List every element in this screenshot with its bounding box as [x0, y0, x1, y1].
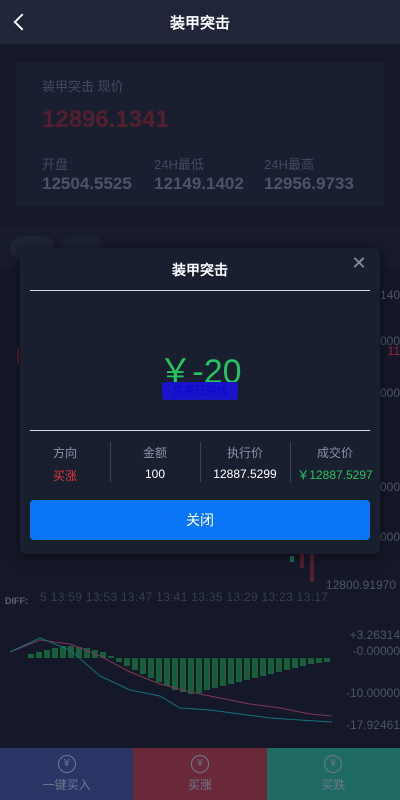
amount-header: 金额 — [142, 446, 167, 460]
status-badge: 交易已完成 — [162, 382, 238, 400]
amount-column: 金额 100 — [110, 438, 200, 498]
buy-up-label: 买涨 — [187, 778, 212, 792]
yen-icon: ¥ — [190, 755, 209, 773]
one-click-buy-label: 一键买入 — [42, 778, 91, 792]
exec-price-value: 12887.5299 — [213, 467, 277, 481]
deal-price-header: 成交价 — [316, 446, 353, 460]
yen-icon: ¥ — [324, 755, 343, 773]
exec-price-header: 执行价 — [226, 446, 263, 460]
yen-icon: ¥ — [57, 755, 76, 773]
direction-value: 买涨 — [52, 469, 77, 483]
back-arrow-icon[interactable] — [6, 8, 34, 36]
exec-price-column: 执行价 12887.5299 — [200, 438, 290, 498]
close-icon[interactable]: ✕ — [348, 252, 370, 274]
one-click-buy-button[interactable]: ¥ 一键买入 — [0, 748, 134, 800]
modal-title: 装甲突击 — [172, 262, 228, 278]
order-result-modal: 装甲突击 ✕ ￥-20 交易已完成 方向 买涨 金额 100 执行价 12887… — [20, 248, 380, 554]
order-details: 方向 买涨 金额 100 执行价 12887.5299 成交价 ￥12887.5… — [20, 438, 380, 498]
page-title: 装甲突击 — [169, 14, 230, 32]
divider — [30, 290, 370, 291]
amount-value: 100 — [144, 467, 166, 481]
deal-price-column: 成交价 ￥12887.5297 — [290, 438, 380, 498]
buy-down-button[interactable]: ¥ 买跌 — [266, 748, 400, 800]
direction-header: 方向 — [52, 446, 77, 460]
close-button[interactable]: 关闭 — [30, 500, 370, 540]
deal-price-value: ￥12887.5297 — [297, 468, 373, 482]
buy-up-button[interactable]: ¥ 买涨 — [133, 748, 267, 800]
bottom-action-bar: ¥ 一键买入 ¥ 买涨 ¥ 买跌 — [0, 748, 400, 800]
buy-down-label: 买跌 — [321, 778, 346, 792]
header-bar: 装甲突击 — [0, 0, 400, 44]
divider — [30, 430, 370, 431]
direction-column: 方向 买涨 — [20, 438, 110, 498]
